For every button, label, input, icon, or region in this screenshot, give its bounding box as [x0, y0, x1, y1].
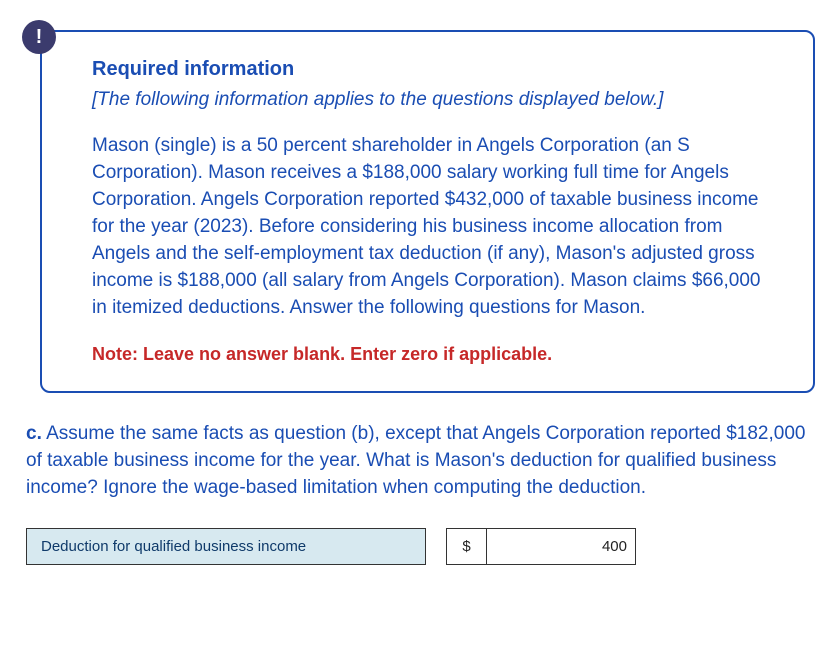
info-box: Required information [The following info…	[40, 30, 815, 393]
deduction-input[interactable]	[486, 528, 636, 565]
question-block: c. Assume the same facts as question (b)…	[26, 421, 809, 502]
required-info-heading: Required information	[92, 58, 773, 81]
answer-row: Deduction for qualified business income …	[26, 528, 809, 565]
question-text: c. Assume the same facts as question (b)…	[26, 421, 809, 502]
spacer	[426, 528, 446, 565]
required-info-section: ! Required information [The following in…	[40, 30, 815, 393]
alert-symbol: !	[36, 26, 43, 49]
info-note: Note: Leave no answer blank. Enter zero …	[92, 344, 773, 365]
answer-field-label: Deduction for qualified business income	[26, 528, 426, 565]
info-body: Mason (single) is a 50 percent sharehold…	[92, 133, 773, 322]
currency-symbol: $	[446, 528, 486, 565]
question-body: Assume the same facts as question (b), e…	[26, 423, 805, 498]
alert-icon: !	[22, 20, 56, 54]
question-label: c.	[26, 423, 42, 444]
info-subtitle: [The following information applies to th…	[92, 89, 773, 111]
